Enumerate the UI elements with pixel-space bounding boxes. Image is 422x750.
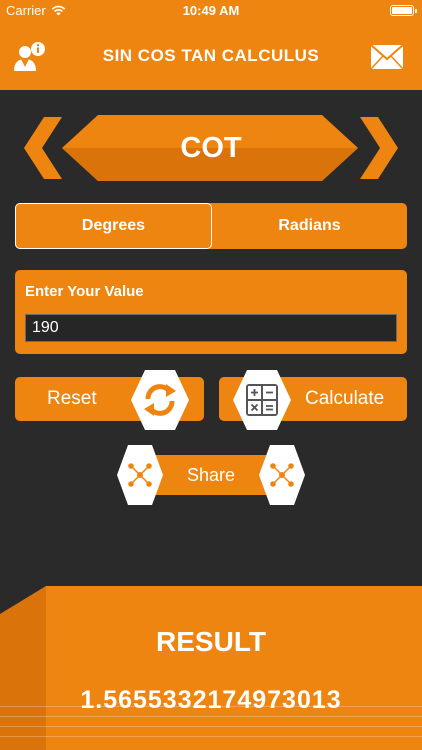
app-title: SIN COS TAN CALCULUS (102, 46, 320, 65)
calculate-label: Calculate (305, 388, 385, 409)
battery-icon (390, 5, 417, 16)
status-bar: Carrier 10:49 AM (0, 0, 422, 22)
calculator-icon[interactable] (232, 369, 292, 431)
mail-button[interactable] (370, 44, 404, 70)
function-selector: COT (0, 115, 422, 181)
share-label: Share (186, 464, 236, 485)
value-input-panel: Enter Your Value (15, 270, 407, 354)
mail-icon (370, 44, 404, 70)
share-icon-left[interactable] (116, 444, 164, 506)
status-time: 10:49 AM (182, 3, 240, 18)
value-label: Enter Your Value (25, 283, 144, 300)
result-line (0, 726, 422, 727)
value-input[interactable] (25, 314, 397, 342)
result-panel: RESULT 1.5655332174973013 (0, 586, 422, 750)
radians-option[interactable]: Radians (212, 203, 407, 249)
reset-label: Reset (47, 388, 97, 409)
unit-toggle: Degrees Radians (15, 203, 407, 249)
result-title: RESULT (156, 626, 266, 657)
degrees-option[interactable]: Degrees (15, 203, 212, 249)
share-button[interactable]: Share (150, 455, 272, 495)
chevron-right-icon[interactable] (358, 117, 398, 179)
result-line (0, 736, 422, 737)
share-icon-right[interactable] (258, 444, 306, 506)
app-header: SIN COS TAN CALCULUS (0, 22, 422, 90)
refresh-icon[interactable] (130, 369, 190, 431)
result-value: 1.5655332174973013 (80, 686, 342, 714)
result-line (0, 716, 422, 717)
